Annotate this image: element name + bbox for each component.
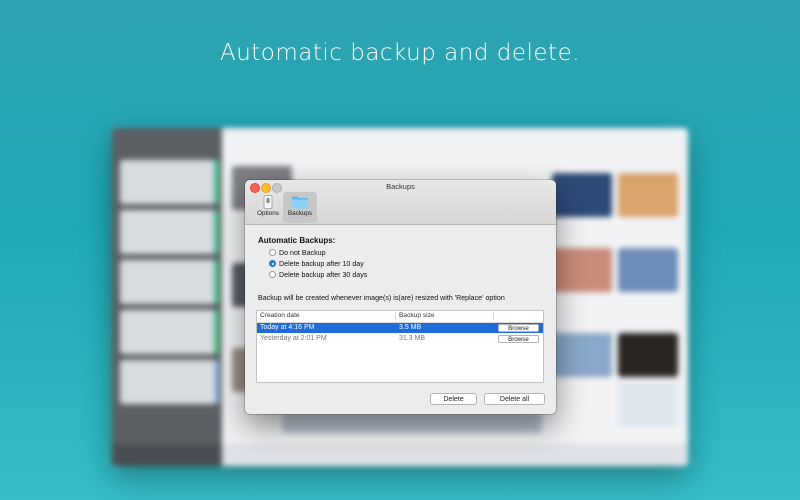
table-header: Creation date Backup size <box>257 311 543 323</box>
backup-size-cell: 31.3 MB <box>399 335 426 342</box>
backups-table[interactable]: Creation date Backup size Today at 4:16 … <box>256 310 544 383</box>
column-header-backup-size[interactable]: Backup size <box>399 312 435 319</box>
radio-button[interactable] <box>269 260 276 267</box>
backup-size-cell: 3.5 MB <box>399 324 422 331</box>
table-row[interactable]: Yesterday at 2:01 PM 31.3 MB Browse <box>257 334 543 344</box>
backups-dialog: Backups Options Backups Automatic Backup… <box>245 180 556 414</box>
backup-note: Backup will be created whenever image(s)… <box>258 294 505 302</box>
tab-backups-label: Backups <box>287 210 313 217</box>
dialog-title: Backups <box>386 182 415 191</box>
switch-icon <box>263 195 273 209</box>
delete-all-button[interactable]: Delete all <box>484 393 545 405</box>
creation-date-cell: Today at 4:16 PM <box>260 324 315 331</box>
radio-label: Delete backup after 30 days <box>279 271 368 279</box>
radio-label: Delete backup after 10 day <box>279 260 364 268</box>
delete-button[interactable]: Delete <box>430 393 477 405</box>
browse-button[interactable]: Browse <box>498 324 539 332</box>
headline: Automatic backup and delete. <box>219 40 581 66</box>
creation-date-cell: Yesterday at 2:01 PM <box>260 335 327 342</box>
tab-backups[interactable]: Backups <box>283 192 317 223</box>
radio-label: Do not Backup <box>279 249 326 257</box>
automatic-backups-heading: Automatic Backups: <box>258 236 336 245</box>
background-sidebar <box>112 128 222 466</box>
radio-button[interactable] <box>269 249 276 256</box>
radio-button[interactable] <box>269 271 276 278</box>
browse-button[interactable]: Browse <box>498 335 539 343</box>
dialog-titlebar[interactable]: Backups Options Backups <box>245 180 556 225</box>
table-row[interactable]: Today at 4:16 PM 3.5 MB Browse <box>257 323 543 333</box>
column-header-creation-date[interactable]: Creation date <box>260 312 300 319</box>
folder-icon <box>292 196 308 209</box>
tab-options-label: Options <box>257 210 279 217</box>
tab-options[interactable]: Options <box>251 192 285 223</box>
